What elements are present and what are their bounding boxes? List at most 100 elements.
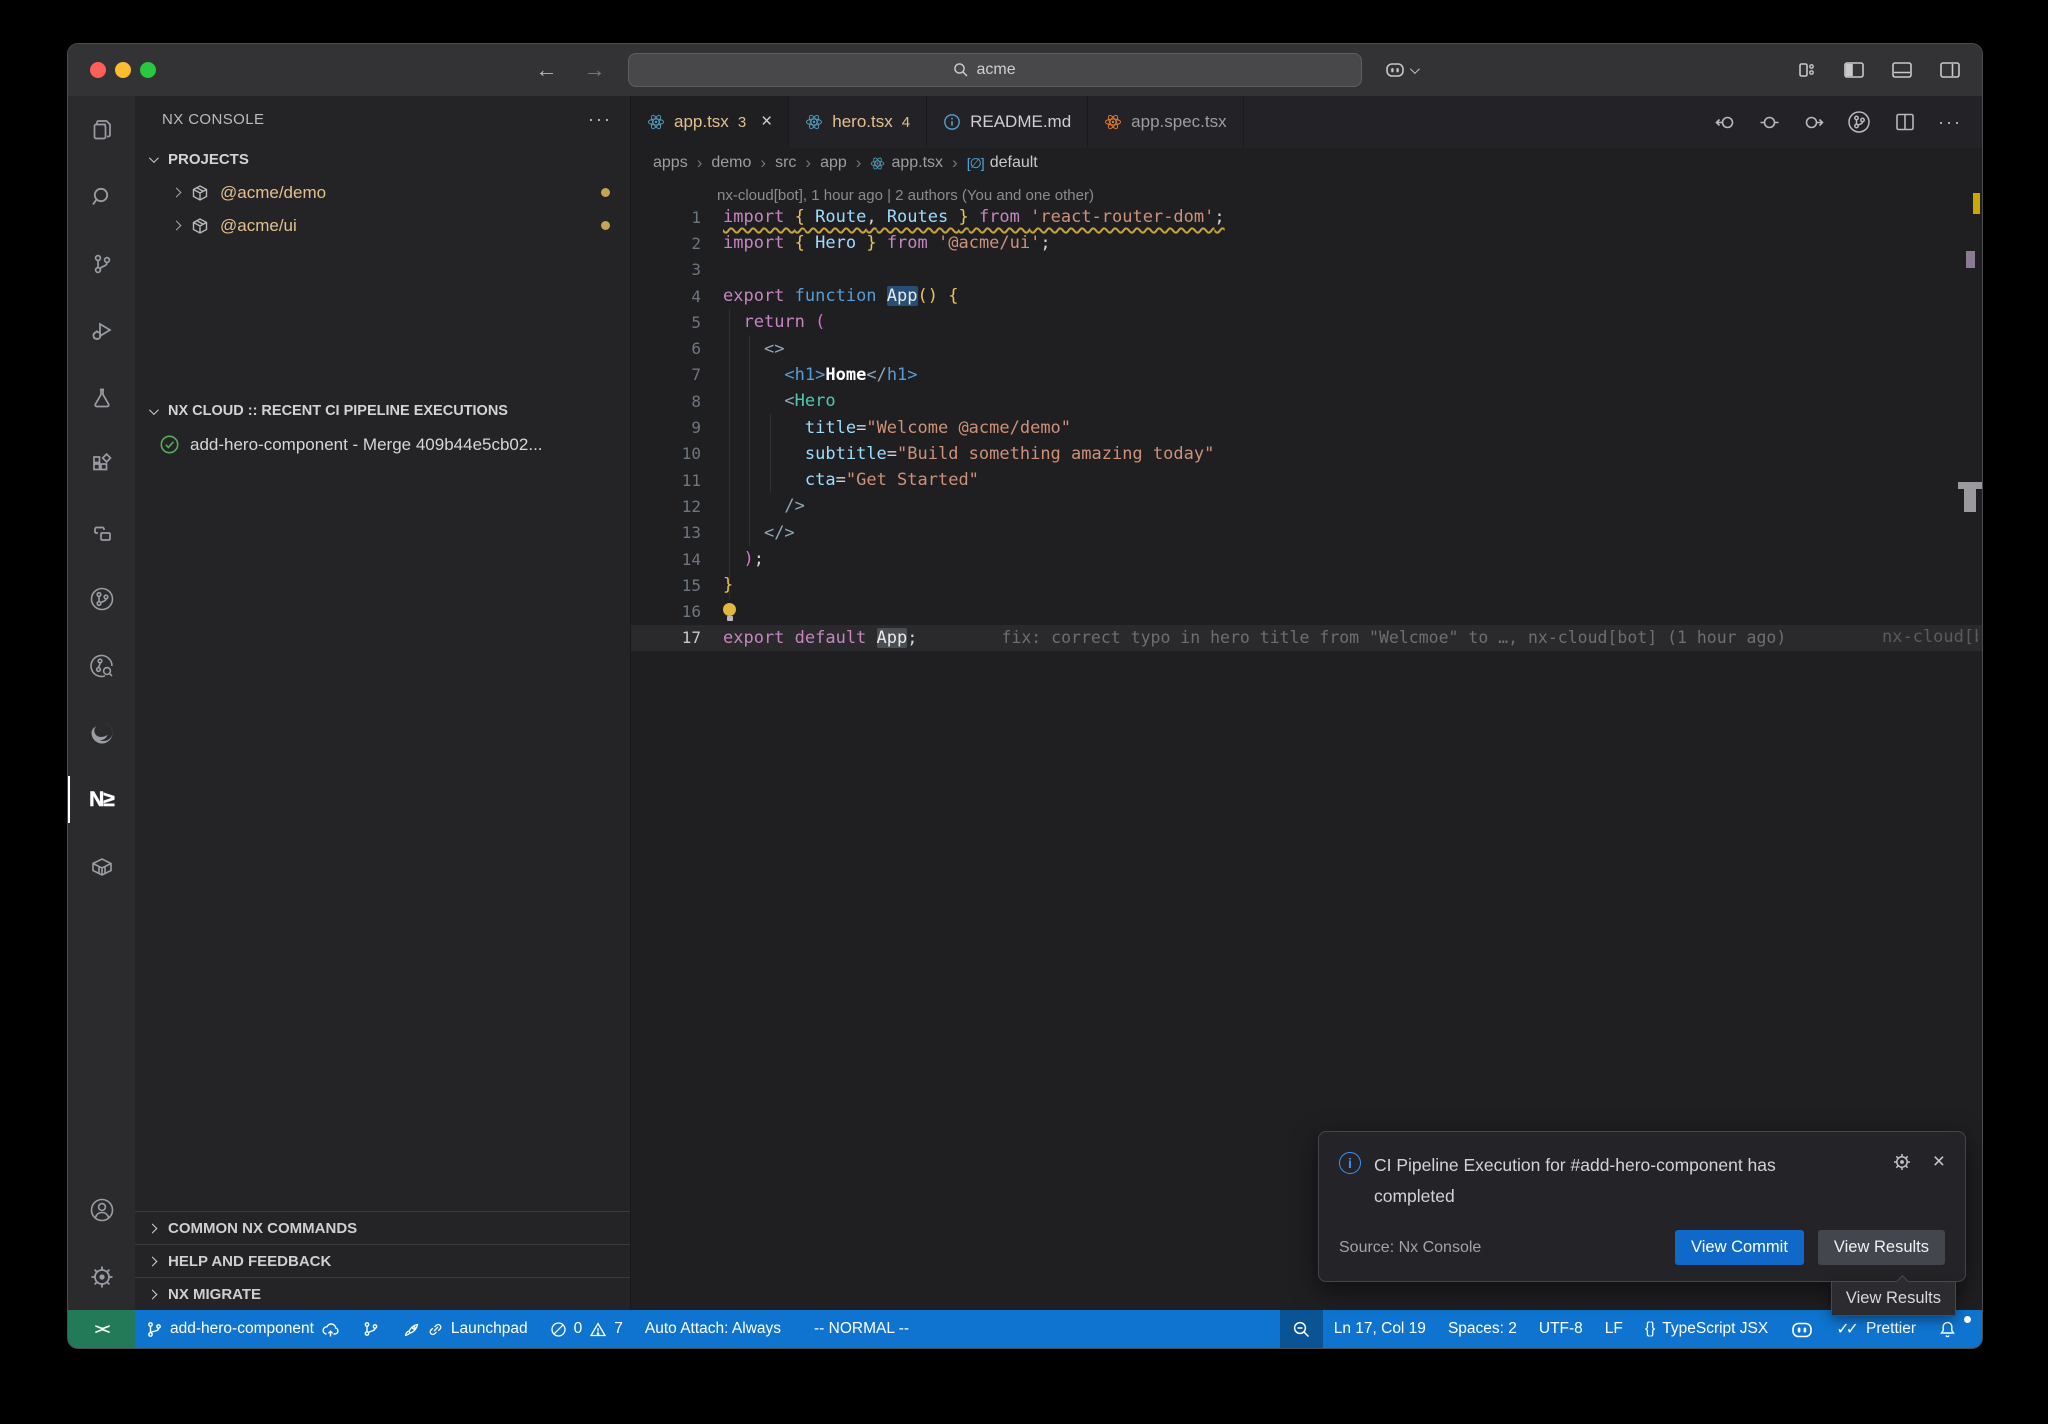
- status-copilot[interactable]: [1779, 1310, 1825, 1348]
- remote-indicator[interactable]: ><: [68, 1310, 135, 1348]
- code-line[interactable]: 7 <h1>Home</h1>: [631, 362, 1982, 388]
- gitlens-icon[interactable]: [68, 565, 135, 632]
- close-icon[interactable]: ×: [1933, 1150, 1945, 1174]
- breadcrumb-item[interactable]: apps: [653, 154, 688, 172]
- status-eol[interactable]: LF: [1594, 1310, 1634, 1348]
- nx-console-icon[interactable]: N≥: [68, 766, 135, 833]
- section-common-nx-commands[interactable]: COMMON NX COMMANDS: [135, 1211, 630, 1244]
- breadcrumb-item[interactable]: src: [775, 154, 796, 172]
- copilot-menu[interactable]: [1384, 61, 1417, 79]
- toggle-panel-icon[interactable]: [1890, 59, 1914, 81]
- code-line[interactable]: 11 cta="Get Started": [631, 467, 1982, 493]
- close-icon[interactable]: ×: [761, 111, 772, 133]
- more-actions-icon[interactable]: ···: [588, 109, 612, 130]
- status-language[interactable]: {} TypeScript JSX: [1634, 1310, 1779, 1348]
- status-zoom[interactable]: [1280, 1310, 1323, 1348]
- status-commit-graph[interactable]: [351, 1310, 391, 1348]
- code-line[interactable]: 8 <Hero: [631, 388, 1982, 414]
- project-item[interactable]: @acme/demo: [135, 176, 630, 209]
- split-editor-icon[interactable]: [1893, 110, 1917, 134]
- breadcrumb-item[interactable]: [∅] default: [967, 154, 1038, 172]
- edge-tools-icon[interactable]: [68, 699, 135, 766]
- gitlens-graph-icon[interactable]: [1846, 109, 1872, 135]
- view-commit-button[interactable]: View Commit: [1675, 1230, 1804, 1265]
- section-projects[interactable]: PROJECTS: [135, 142, 630, 176]
- commit-graph-icon[interactable]: [68, 632, 135, 699]
- bell-icon: [1938, 1320, 1957, 1339]
- containers-icon[interactable]: [68, 833, 135, 900]
- code-line[interactable]: 13 </>: [631, 520, 1982, 546]
- code-line[interactable]: 14 );: [631, 546, 1982, 572]
- tab-app-tsx[interactable]: app.tsx 3 ×: [631, 96, 789, 148]
- forward-icon[interactable]: →: [584, 57, 606, 83]
- lightbulb-icon[interactable]: [723, 602, 737, 621]
- line-number: 15: [631, 576, 701, 595]
- section-help-and-feedback[interactable]: HELP AND FEEDBACK: [135, 1244, 630, 1277]
- testing-icon[interactable]: [68, 364, 135, 431]
- code-line[interactable]: 6 <>: [631, 335, 1982, 361]
- line-number: 6: [631, 339, 701, 358]
- tab-readme-md[interactable]: README.md: [927, 96, 1088, 148]
- breadcrumb-item[interactable]: demo: [711, 154, 751, 172]
- account-icon[interactable]: [68, 1176, 135, 1243]
- minimize-window-button[interactable]: [115, 62, 131, 78]
- close-window-button[interactable]: [90, 62, 106, 78]
- search-input[interactable]: [977, 61, 1037, 79]
- modified-dot-badge: [601, 188, 610, 197]
- back-icon[interactable]: ←: [536, 57, 558, 83]
- status-branch[interactable]: add-hero-component: [135, 1310, 351, 1348]
- compare-icon[interactable]: [1758, 111, 1781, 134]
- status-launchpad[interactable]: Launchpad: [391, 1310, 539, 1348]
- code-line[interactable]: 10 subtitle="Build something amazing tod…: [631, 441, 1982, 467]
- code-line[interactable]: 1import { Route, Routes } from 'react-ro…: [631, 204, 1982, 230]
- explorer-icon[interactable]: [68, 96, 135, 163]
- search-sidebar-icon[interactable]: [68, 163, 135, 230]
- source-control-icon[interactable]: [68, 230, 135, 297]
- rocket-icon: [402, 1320, 420, 1338]
- status-encoding[interactable]: UTF-8: [1528, 1310, 1594, 1348]
- history-nav: ← →: [536, 57, 606, 83]
- code-line[interactable]: 16: [631, 598, 1982, 624]
- remote-explorer-icon[interactable]: [68, 498, 135, 565]
- status-vim-mode[interactable]: -- NORMAL --: [792, 1310, 920, 1348]
- status-indentation[interactable]: Spaces: 2: [1437, 1310, 1528, 1348]
- code-line[interactable]: 3: [631, 257, 1982, 283]
- code-line[interactable]: 17export default App;fix: correct typo i…: [631, 625, 1982, 651]
- zoom-window-button[interactable]: [140, 62, 156, 78]
- previous-change-icon[interactable]: [1714, 111, 1737, 134]
- code-line[interactable]: 12 />: [631, 493, 1982, 519]
- next-change-icon[interactable]: [1802, 111, 1825, 134]
- react-icon: [805, 113, 823, 131]
- line-number: 13: [631, 523, 701, 542]
- command-center-search[interactable]: [628, 53, 1362, 87]
- status-problems[interactable]: 0 7: [539, 1310, 634, 1348]
- link-icon: [427, 1321, 444, 1338]
- toggle-secondary-sidebar-icon[interactable]: [1938, 59, 1962, 81]
- project-item[interactable]: @acme/ui: [135, 209, 630, 242]
- settings-gear-icon[interactable]: [68, 1243, 135, 1310]
- tab-problem-badge: 4: [902, 114, 910, 131]
- customize-layout-icon[interactable]: [1796, 59, 1818, 81]
- notification-settings-gear-icon[interactable]: [1891, 1151, 1913, 1173]
- pipeline-execution-item[interactable]: add-hero-component - Merge 409b44e5cb02.…: [135, 428, 630, 461]
- code-line[interactable]: 4export function App() {: [631, 283, 1982, 309]
- section-nx-cloud[interactable]: NX CLOUD :: RECENT CI PIPELINE EXECUTION…: [135, 394, 630, 428]
- tab-app-spec-tsx[interactable]: app.spec.tsx: [1088, 96, 1243, 148]
- view-results-tooltip: View Results: [1831, 1281, 1956, 1316]
- code-line[interactable]: 9 title="Welcome @acme/demo": [631, 414, 1982, 440]
- tab-hero-tsx[interactable]: hero.tsx 4: [789, 96, 927, 148]
- breadcrumbs: apps › demo › src › app › app.tsx › [∅] …: [631, 148, 1982, 178]
- breadcrumb-item[interactable]: app.tsx: [870, 154, 943, 172]
- breadcrumb-item[interactable]: app: [820, 154, 847, 172]
- run-debug-icon[interactable]: [68, 297, 135, 364]
- section-nx-migrate[interactable]: NX MIGRATE: [135, 1277, 630, 1310]
- status-auto-attach[interactable]: Auto Attach: Always: [634, 1310, 792, 1348]
- more-actions-icon[interactable]: ···: [1938, 112, 1962, 133]
- code-line[interactable]: 15}: [631, 572, 1982, 598]
- code-line[interactable]: 2import { Hero } from '@acme/ui';: [631, 230, 1982, 256]
- view-results-button[interactable]: View Results: [1818, 1230, 1945, 1265]
- extensions-icon[interactable]: [68, 431, 135, 498]
- toggle-sidebar-icon[interactable]: [1842, 59, 1866, 81]
- status-cursor-position[interactable]: Ln 17, Col 19: [1323, 1310, 1437, 1348]
- code-line[interactable]: 5 return (: [631, 309, 1982, 335]
